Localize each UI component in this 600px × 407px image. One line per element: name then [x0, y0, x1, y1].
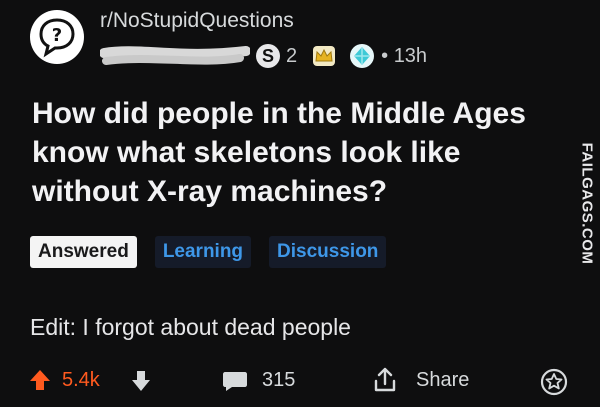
comment-count[interactable]: 315 [262, 369, 295, 392]
watermark: FAILGAGS.COM [574, 0, 600, 407]
crown-award-icon [313, 46, 336, 66]
comment-bubble-icon[interactable] [222, 370, 248, 392]
silver-award-icon: S [256, 44, 280, 68]
action-bar: 5.4k 315 Share [0, 366, 600, 400]
question-mark-icon: ? [32, 12, 82, 62]
post-meta: S 2 • 13h [100, 42, 427, 70]
flair-row: Answered Learning Discussion [30, 236, 404, 268]
downvote-icon[interactable] [130, 369, 152, 393]
flair-learning[interactable]: Learning [154, 236, 252, 268]
share-button[interactable]: Share [416, 369, 469, 392]
svg-text:?: ? [52, 25, 62, 46]
vote-score: 5.4k [62, 369, 100, 391]
redacted-username [100, 45, 250, 67]
flair-discussion[interactable]: Discussion [269, 236, 387, 268]
award-icon[interactable] [540, 368, 568, 396]
timestamp: 13h [393, 44, 428, 67]
diamond-award-icon [350, 44, 375, 68]
award-count: 2 [286, 44, 298, 67]
post-title[interactable]: How did people in the Middle Ages know w… [32, 94, 572, 211]
upvote-icon[interactable] [28, 368, 52, 392]
post-body: Edit: I forgot about dead people [30, 314, 351, 340]
post-age: • 13h [381, 44, 428, 67]
subreddit-name[interactable]: r/NoStupidQuestions [100, 9, 294, 33]
watermark-text: FAILGAGS.COM [578, 142, 596, 265]
subreddit-icon[interactable]: ? [30, 10, 84, 64]
share-icon[interactable] [372, 367, 398, 393]
flair-answered[interactable]: Answered [30, 236, 137, 268]
